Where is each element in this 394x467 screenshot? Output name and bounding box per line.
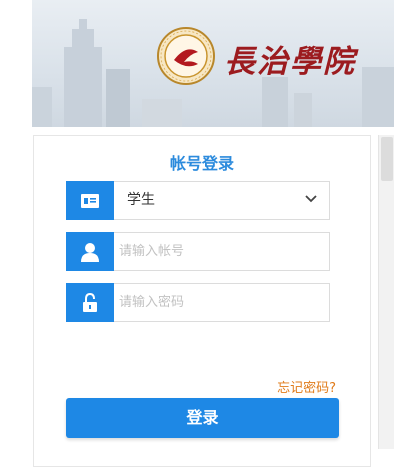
role-select[interactable]: 学生 [66, 181, 330, 220]
account-field[interactable]: 请输入帐号 [66, 232, 330, 271]
role-select-value: 学生 [127, 192, 155, 208]
building-silhouette [72, 29, 94, 47]
building-silhouette [142, 99, 182, 127]
building-silhouette [362, 67, 394, 127]
password-field[interactable]: 请输入密码 [66, 283, 330, 322]
id-card-icon [66, 181, 114, 220]
user-icon [66, 232, 114, 271]
lock-icon [66, 283, 114, 322]
building-silhouette [262, 77, 288, 127]
login-panel: 帐号登录 学生 请输入帐号 请输入密码 忘记密码? 登录 [33, 135, 371, 467]
scrollbar-thumb[interactable] [381, 137, 393, 181]
building-silhouette [32, 87, 52, 127]
building-silhouette [106, 69, 130, 127]
chevron-down-icon [305, 195, 317, 203]
building-silhouette [294, 93, 312, 127]
password-placeholder: 请输入密码 [119, 295, 185, 310]
header-banner: 長治學院 [32, 0, 394, 127]
university-emblem-icon [157, 27, 215, 85]
school-name-logo: 長治學院 [224, 44, 356, 80]
building-silhouette [79, 19, 87, 29]
account-placeholder: 请输入帐号 [119, 244, 185, 259]
login-title: 帐号登录 [169, 154, 234, 173]
scrollbar[interactable] [378, 135, 394, 449]
forgot-password-link[interactable]: 忘记密码? [277, 377, 336, 396]
login-button[interactable]: 登录 [66, 398, 339, 438]
building-silhouette [64, 47, 102, 127]
